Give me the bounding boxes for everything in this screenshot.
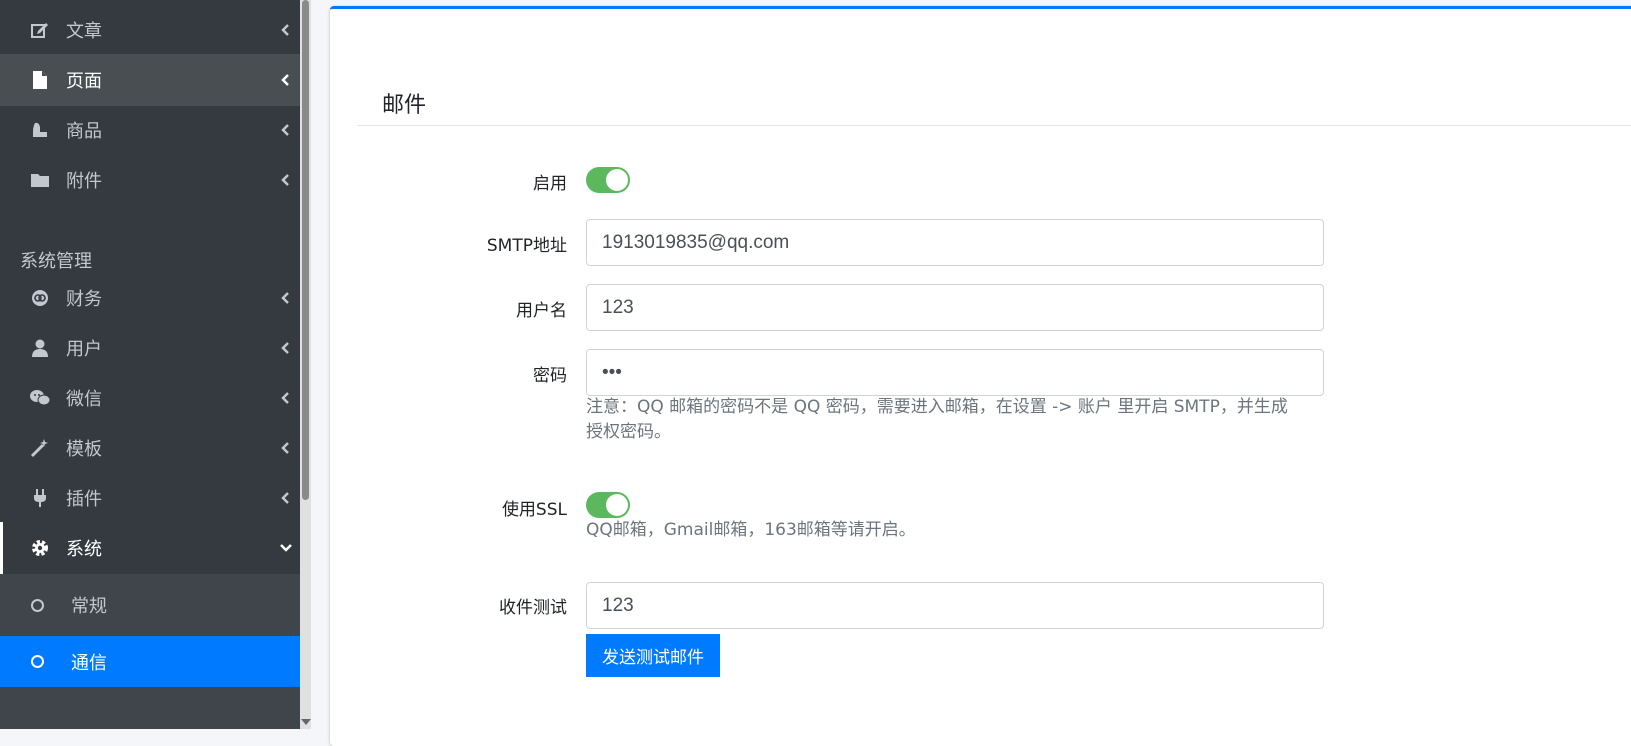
- gear-icon: [29, 537, 51, 559]
- chevron-left-icon: [280, 442, 292, 454]
- sidebar-item-finance[interactable]: 财务: [0, 272, 300, 324]
- plug-icon: [29, 487, 51, 509]
- chevron-left-icon: [280, 392, 292, 404]
- sidebar-item-label: 财务: [66, 289, 102, 310]
- toggle-knob: [606, 494, 628, 516]
- smtp-input[interactable]: [586, 219, 1324, 266]
- chevron-left-icon: [280, 124, 292, 136]
- sidebar-item-label: 文章: [66, 21, 102, 42]
- wechat-icon: [29, 387, 51, 409]
- user-icon: [29, 337, 51, 359]
- enable-label: 启用: [533, 174, 567, 194]
- sidebar-item-system[interactable]: 系统: [0, 522, 300, 574]
- ssl-help-text: QQ邮箱，Gmail邮箱，163邮箱等请开启。: [586, 520, 916, 540]
- password-help-text: 注意：QQ 邮箱的密码不是 QQ 密码，需要进入邮箱，在设置 -> 账户 里开启…: [586, 397, 1288, 442]
- sidebar-subitem-next: [0, 687, 300, 729]
- sidebar-item-templates[interactable]: 模板: [0, 422, 300, 474]
- sidebar-item-label: 系统: [66, 539, 102, 560]
- sidebar-subitem-label: 常规: [71, 596, 107, 617]
- sidebar-item-label: 商品: [66, 121, 102, 142]
- shopping-icon: [29, 119, 51, 141]
- username-input[interactable]: [586, 284, 1324, 331]
- chevron-down-icon: [280, 542, 292, 554]
- sidebar-subitem-communication[interactable]: 通信: [0, 636, 300, 687]
- sidebar-section-title: 系统管理: [20, 251, 92, 272]
- enable-toggle[interactable]: [586, 167, 630, 193]
- smtp-label: SMTP地址: [486, 236, 567, 256]
- edit-icon: [29, 19, 51, 41]
- circle-icon: [31, 598, 44, 612]
- toggle-knob: [606, 169, 628, 191]
- ssl-toggle[interactable]: [586, 492, 630, 518]
- finance-icon: [29, 287, 51, 309]
- sidebar-item-label: 插件: [66, 489, 102, 510]
- ssl-label: 使用SSL: [501, 500, 567, 520]
- test-recipient-label: 收件测试: [499, 598, 567, 618]
- chevron-left-icon: [280, 342, 292, 354]
- sidebar-item-users[interactable]: 用户: [0, 322, 300, 374]
- sidebar: 文章 页面 商品 附件 系统管理 财务 用户 微信 模板 插件 系统 常规 通信: [0, 0, 300, 729]
- sidebar-item-label: 页面: [66, 71, 102, 92]
- username-label: 用户名: [516, 301, 567, 321]
- folder-icon: [29, 169, 51, 191]
- chevron-left-icon: [280, 24, 292, 36]
- sidebar-item-label: 模板: [66, 439, 102, 460]
- sidebar-item-wechat[interactable]: 微信: [0, 372, 300, 424]
- sidebar-item-articles[interactable]: 文章: [0, 4, 300, 56]
- sidebar-item-label: 附件: [66, 171, 102, 192]
- card-title: 邮件: [382, 93, 427, 118]
- send-test-mail-button[interactable]: 发送测试邮件: [586, 634, 720, 677]
- test-recipient-input[interactable]: [586, 582, 1324, 629]
- sidebar-subitem-label: 通信: [71, 652, 107, 674]
- sidebar-item-pages[interactable]: 页面: [0, 54, 300, 106]
- sidebar-item-products[interactable]: 商品: [0, 104, 300, 156]
- file-icon: [29, 69, 51, 91]
- password-label: 密码: [533, 366, 567, 386]
- chevron-left-icon: [280, 74, 292, 86]
- sidebar-item-plugins[interactable]: 插件: [0, 472, 300, 524]
- sidebar-item-attachments[interactable]: 附件: [0, 154, 300, 206]
- sidebar-subitem-general[interactable]: 常规: [0, 574, 300, 636]
- scroll-down-arrow-icon[interactable]: [301, 719, 311, 725]
- mail-settings-card: 邮件 启用 SMTP地址 用户名 密码 注意：QQ 邮箱的密码不是 QQ 密码，…: [330, 6, 1631, 746]
- password-input[interactable]: [586, 349, 1324, 396]
- card-divider: [357, 125, 1631, 126]
- circle-icon: [31, 655, 44, 668]
- sidebar-item-label: 微信: [66, 389, 102, 410]
- magic-wand-icon: [29, 437, 51, 459]
- sidebar-item-label: 用户: [66, 339, 102, 360]
